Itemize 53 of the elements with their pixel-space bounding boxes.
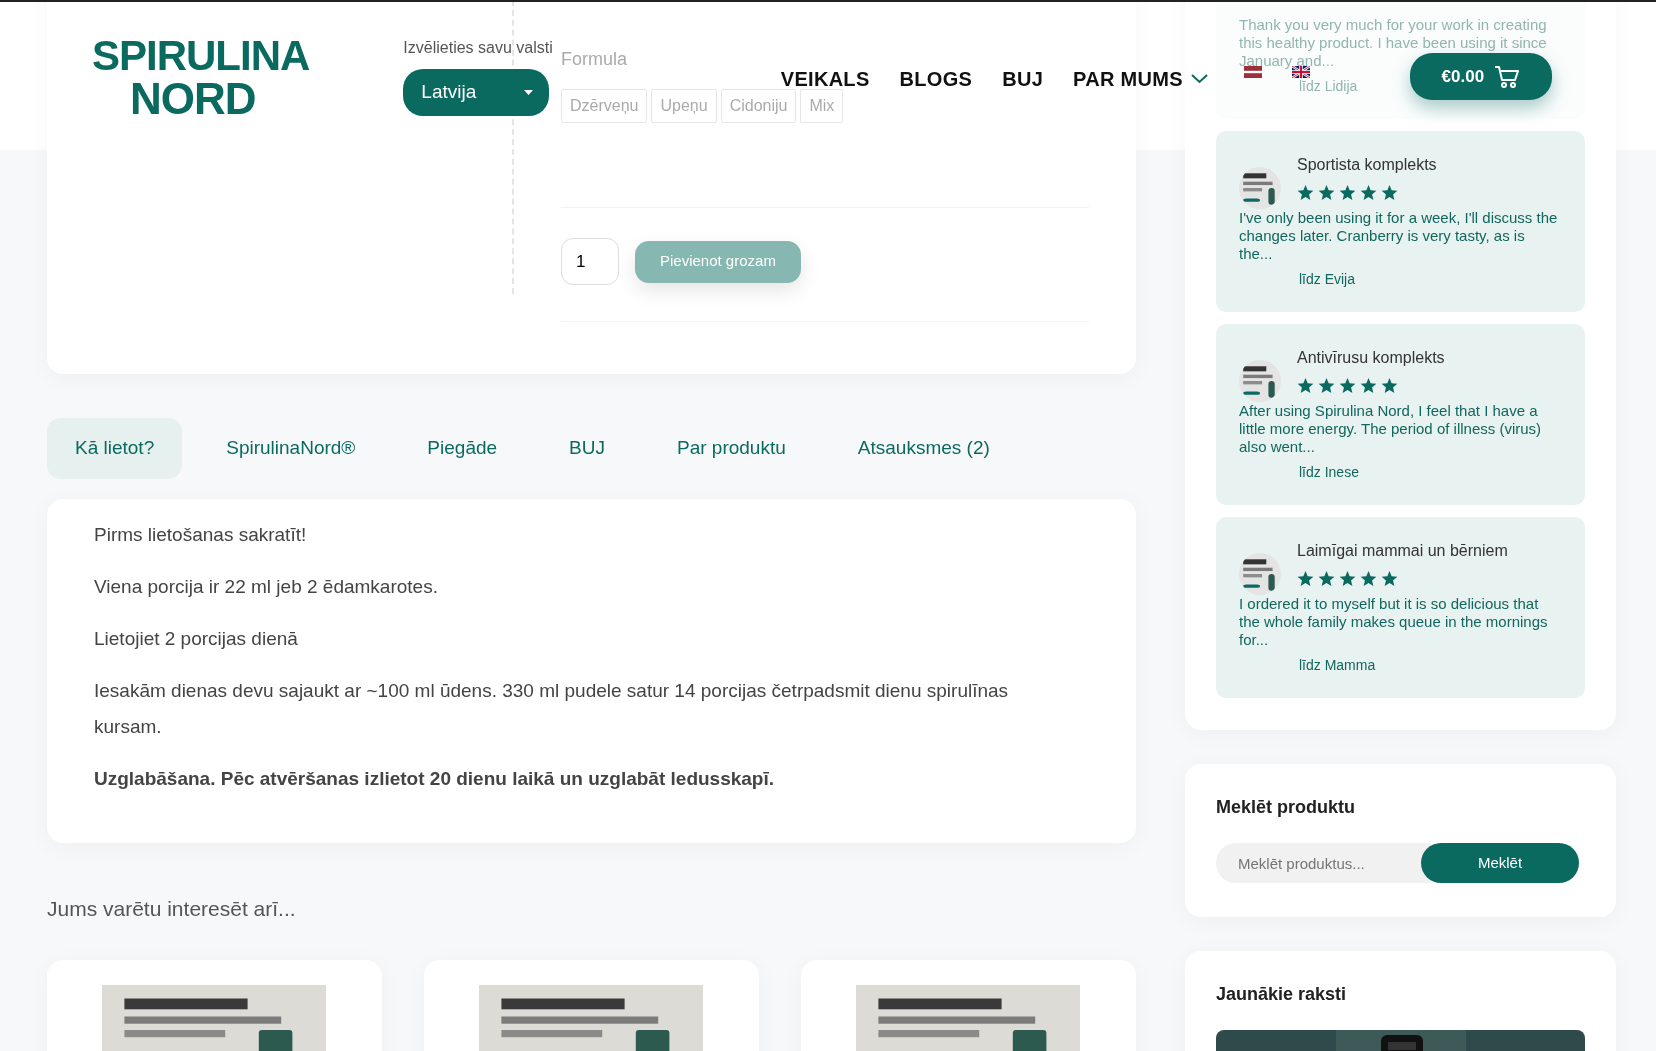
star-icon [1360,378,1377,394]
review-author: līdz Lidija [1299,77,1358,96]
tab[interactable]: BUJ [541,418,633,479]
tab[interactable]: SpirulinaNord® [198,418,384,479]
review-text: After using Spirulina Nord, I feel that I have a little more energy. The period of illness (virus) also went... [1239,402,1543,456]
nav-link[interactable]: PAR MUMS [1073,64,1208,94]
review-title: Sportista komplekts [1297,155,1437,175]
formula-label: Formula [561,48,628,71]
star-icon [1381,378,1398,394]
star-icon [1318,185,1335,201]
chevron-down-icon [1190,74,1208,84]
review-author: līdz Inese [1299,463,1359,482]
review-text: I've only been using it for a week, I'll discuss the changes later. Cranberry is very tasty, as is the... [1239,209,1559,263]
star-icon [1318,571,1335,587]
search-field[interactable]: Meklēt produktus... [1216,843,1431,883]
paragraph: Lietojiet 2 porcijas dienā [94,626,299,651]
paragraph: Viena porcija ir 22 ml jeb 2 ēdamkarotes. [94,574,439,599]
star-icon [1339,378,1356,394]
star-icon [1381,571,1398,587]
review-title: Antivīrusu komplekts [1297,348,1445,368]
widget-title: Meklēt produktu [1216,796,1356,819]
star-icon [1297,378,1314,394]
country-select[interactable]: Latvija [403,69,550,116]
paragraph: Uzglabāšana. Pēc atvēršanas izlietot 20 dienu laikā un uzglabāt ledusskapī. [94,766,776,791]
star-icon [1297,185,1314,201]
caret-icon [524,90,534,95]
nav-link[interactable]: BLOGS [899,64,973,94]
section-title: Jums varētu interesēt arī... [47,895,297,922]
review-title: Laimīgai mammai un bērniem [1297,541,1508,561]
star-icon [1339,185,1356,201]
nav-link[interactable]: BUJ [1002,64,1044,94]
logo-text: SPIRULINA [92,35,310,77]
cart-icon [1494,64,1521,89]
tab[interactable]: Kā lietot? [47,418,183,479]
star-icon [1360,571,1377,587]
tab[interactable]: Piegāde [399,418,526,479]
star-icon [1297,571,1314,587]
paragraph: Iesakām dienas devu sajaukt ar ~100 ml ūdens. 330 ml pudele satur 14 porcijas četrpadsmit dienu spirulīnas kursam. [94,678,1010,739]
star-icon [1381,185,1398,201]
star-icon [1339,571,1356,587]
tab[interactable]: Atsauksmes (2) [829,418,1018,479]
review-author: līdz Evija [1299,270,1356,289]
paragraph: Pirms lietošanas sakratīt! [94,522,308,547]
tab[interactable]: Par produktu [649,418,814,479]
star-icon [1360,185,1377,201]
widget-title: Jaunākie raksti [1216,983,1348,1006]
quantity-field[interactable]: 1 [561,238,619,285]
logo-text: NORD [130,77,257,121]
star-icon [1318,378,1335,394]
review-author: līdz Mamma [1299,656,1376,675]
select-label: Izvēlieties savu valsti [403,38,553,58]
cart-button[interactable]: €0.00 [1409,53,1552,100]
review-text: I ordered it to myself but it is so delicious that the whole family makes queue in the mornings for... [1239,595,1549,649]
